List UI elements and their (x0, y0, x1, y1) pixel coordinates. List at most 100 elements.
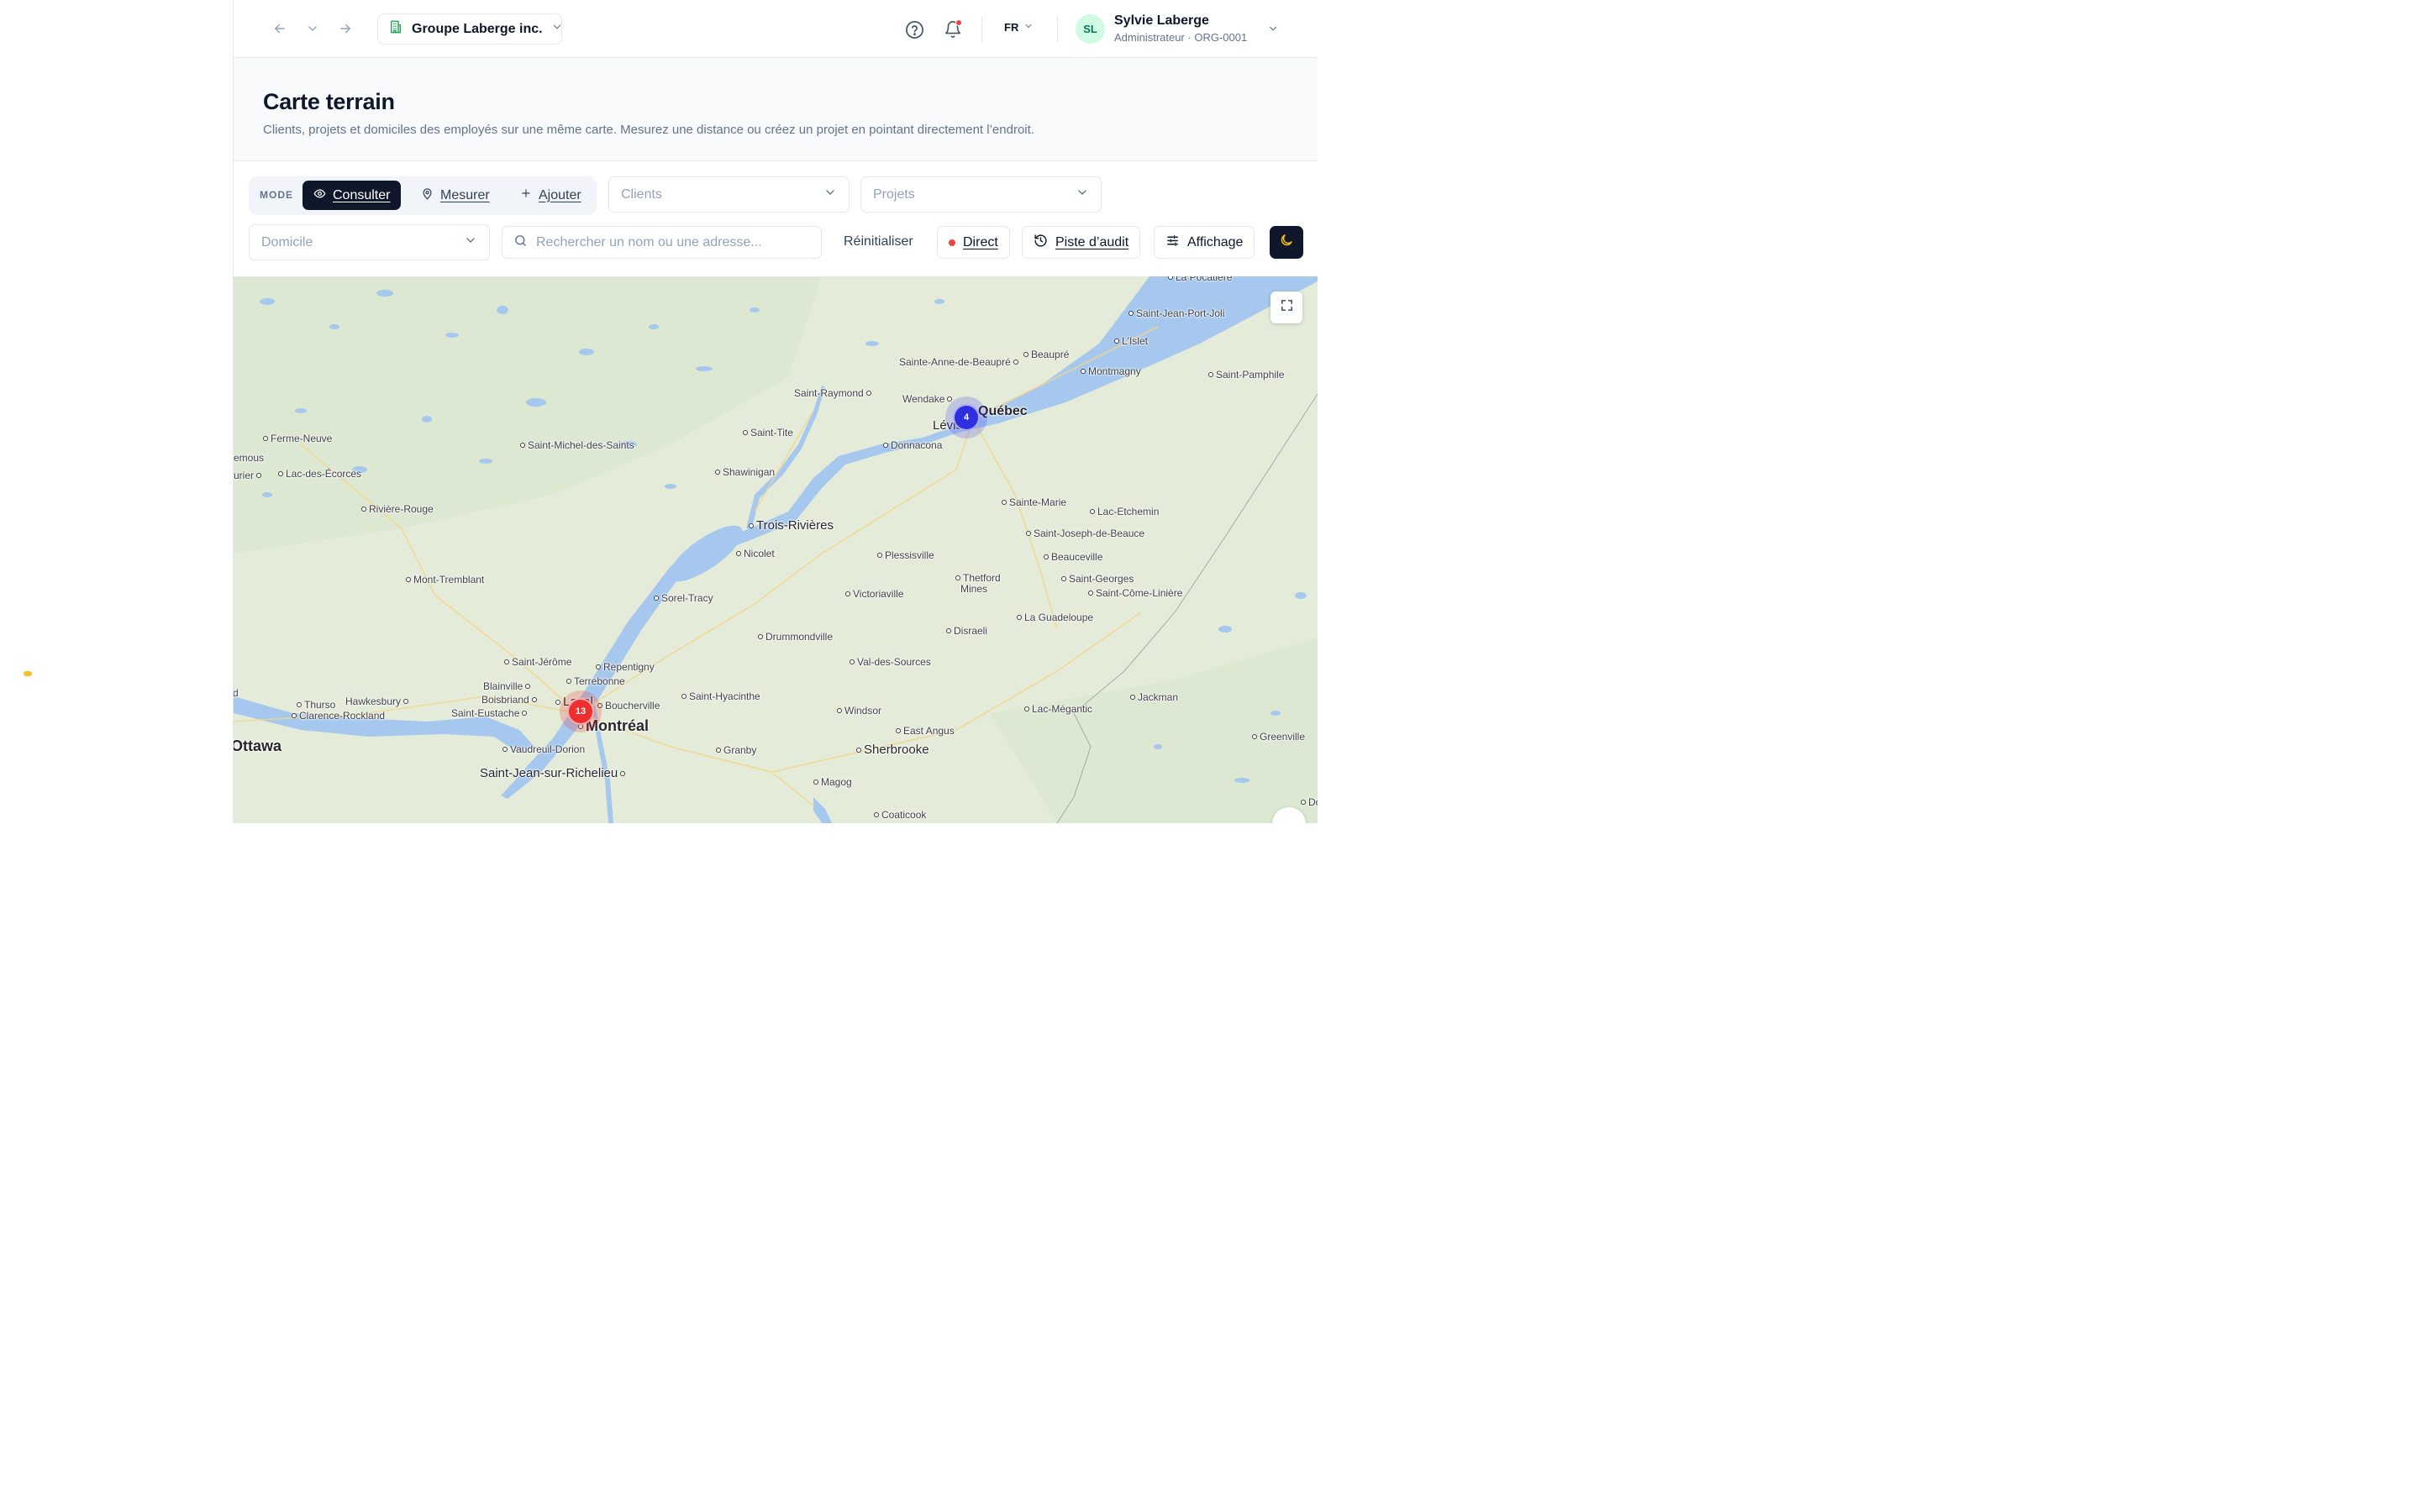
fullscreen-button[interactable] (1270, 291, 1302, 323)
clients-placeholder: Clients (621, 186, 662, 202)
city-label: Greenville (1252, 731, 1305, 743)
clients-select[interactable]: Clients (608, 176, 850, 213)
city-label: emous (234, 452, 265, 464)
city-label: Shawinigan (715, 466, 775, 478)
search-input[interactable] (536, 234, 805, 250)
city-label: East Angus (896, 725, 955, 737)
page-subtitle: Clients, projets et domiciles des employ… (263, 123, 1034, 137)
city-label: Blainville (483, 680, 531, 692)
city-label: Saint-Jean-sur-Richelieu (480, 766, 626, 780)
city-label: Terrebonne (566, 675, 625, 687)
user-name[interactable]: Sylvie Laberge (1114, 13, 1209, 29)
cluster-marker-quebec[interactable]: 4 (945, 396, 987, 438)
city-label: Clarence-Rockland (292, 710, 385, 722)
city-label: Saint-Eustache (451, 707, 528, 719)
cluster-count: 4 (953, 404, 980, 431)
city-label: Saint-Jean-Port-Joli (1128, 307, 1224, 319)
map-view[interactable]: La Pocatière Saint-Jean-Port-Joli L'Isle… (234, 276, 1318, 823)
live-indicator-dot (949, 239, 955, 246)
history-chevron-down-icon[interactable] (302, 18, 323, 39)
city-label: Donnacona (883, 439, 942, 451)
city-label: Saint-Côme-Linière (1088, 587, 1182, 599)
organization-name: Groupe Laberge inc. (412, 21, 543, 36)
building-icon (388, 19, 403, 39)
audit-trail-button[interactable]: Piste d’audit (1022, 226, 1141, 259)
organization-switcher[interactable]: Groupe Laberge inc. (377, 13, 562, 45)
city-label: Wendake (902, 393, 953, 405)
live-label: Direct (963, 234, 998, 249)
mode-add-label: Ajouter (539, 187, 581, 202)
city-label: Magog (813, 776, 852, 788)
page-title: Carte terrain (263, 89, 395, 114)
status-indicator (24, 671, 32, 676)
reset-button[interactable]: Réinitialiser (844, 234, 913, 249)
city-label: Saint-Joseph-de-Beauce (1026, 528, 1144, 539)
divider (1057, 17, 1058, 42)
divider (981, 17, 982, 42)
chevron-down-icon (464, 234, 477, 251)
city-label: Sainte-Marie (1002, 496, 1066, 508)
city-label: Jackman (1130, 691, 1178, 703)
mode-label: MODE (260, 189, 293, 201)
city-label: Lac-Etchemin (1090, 506, 1159, 517)
city-label: Montmagny (1081, 365, 1141, 377)
search-icon (513, 234, 528, 252)
city-label: Thurso (297, 699, 335, 711)
dark-mode-toggle[interactable] (1270, 226, 1303, 259)
user-role: Administrateur · ORG-0001 (1114, 31, 1248, 44)
eye-icon (313, 187, 326, 204)
chevron-down-icon (823, 186, 837, 203)
help-icon[interactable] (903, 18, 925, 40)
city-label: Windsor (837, 705, 881, 717)
plus-icon (520, 187, 532, 203)
moon-icon (1279, 233, 1294, 252)
cluster-count: 13 (567, 698, 594, 725)
city-label: Saint-Hyacinthe (681, 690, 760, 702)
domicile-placeholder: Domicile (261, 234, 313, 249)
city-label: Plessisville (877, 549, 934, 561)
city-label: La Pocatière (1168, 276, 1232, 283)
domicile-select[interactable]: Domicile (249, 224, 490, 260)
user-menu-chevron-icon[interactable] (1267, 23, 1279, 39)
mode-consult-button[interactable]: Consulter (302, 181, 402, 210)
avatar[interactable]: SL (1076, 14, 1105, 44)
city-label: Saint-Raymond (794, 387, 871, 399)
notification-badge (955, 19, 962, 26)
cluster-marker-montreal[interactable]: 13 (560, 690, 602, 732)
city-label: d (234, 687, 239, 699)
city-label: Beauceville (1044, 551, 1102, 563)
language-label: FR (1004, 21, 1019, 34)
projects-select[interactable]: Projets (860, 176, 1102, 213)
city-label: Saint-Pamphile (1208, 369, 1284, 381)
city-label: Granby (716, 744, 756, 756)
city-label: Mont-Tremblant (406, 574, 484, 585)
display-settings-button[interactable]: Affichage (1154, 226, 1255, 259)
city-label: Victoriaville (845, 588, 903, 600)
mode-consult-label: Consulter (333, 187, 391, 202)
top-bar: Groupe Laberge inc. FR SL Sylvie Laberge… (234, 0, 1318, 58)
city-label: Trois-Rivières (749, 518, 834, 533)
city-label: Saint-Georges (1061, 573, 1134, 585)
city-label: Sorel-Tracy (654, 592, 713, 604)
display-settings-label: Affichage (1187, 234, 1244, 249)
live-button[interactable]: Direct (937, 226, 1010, 259)
city-label: Lac-des-Écorces (278, 468, 361, 480)
city-label: L'Islet (1114, 335, 1148, 347)
notifications-bell-icon[interactable] (942, 18, 964, 40)
mode-add-button[interactable]: Ajouter (509, 181, 592, 210)
map-toolbar: MODE Consulter Mesurer Ajouter Clients P… (234, 162, 1318, 276)
city-label: Nicolet (736, 548, 775, 559)
sidebar (0, 0, 234, 823)
language-selector[interactable]: FR (1004, 21, 1034, 34)
city-label: Ottawa (234, 738, 282, 754)
city-label: Disraeli (946, 625, 987, 637)
city-label: Beaupré (1023, 349, 1069, 360)
forward-arrow-icon[interactable] (335, 18, 355, 39)
city-label: Sainte-Anne-de-Beaupré (899, 356, 1018, 368)
chevron-down-icon (1076, 186, 1089, 203)
search-field[interactable] (502, 226, 822, 259)
map-basemap (234, 276, 1318, 823)
mode-measure-button[interactable]: Mesurer (410, 181, 501, 210)
back-arrow-icon[interactable] (270, 18, 290, 39)
city-label: Mines (960, 583, 988, 595)
